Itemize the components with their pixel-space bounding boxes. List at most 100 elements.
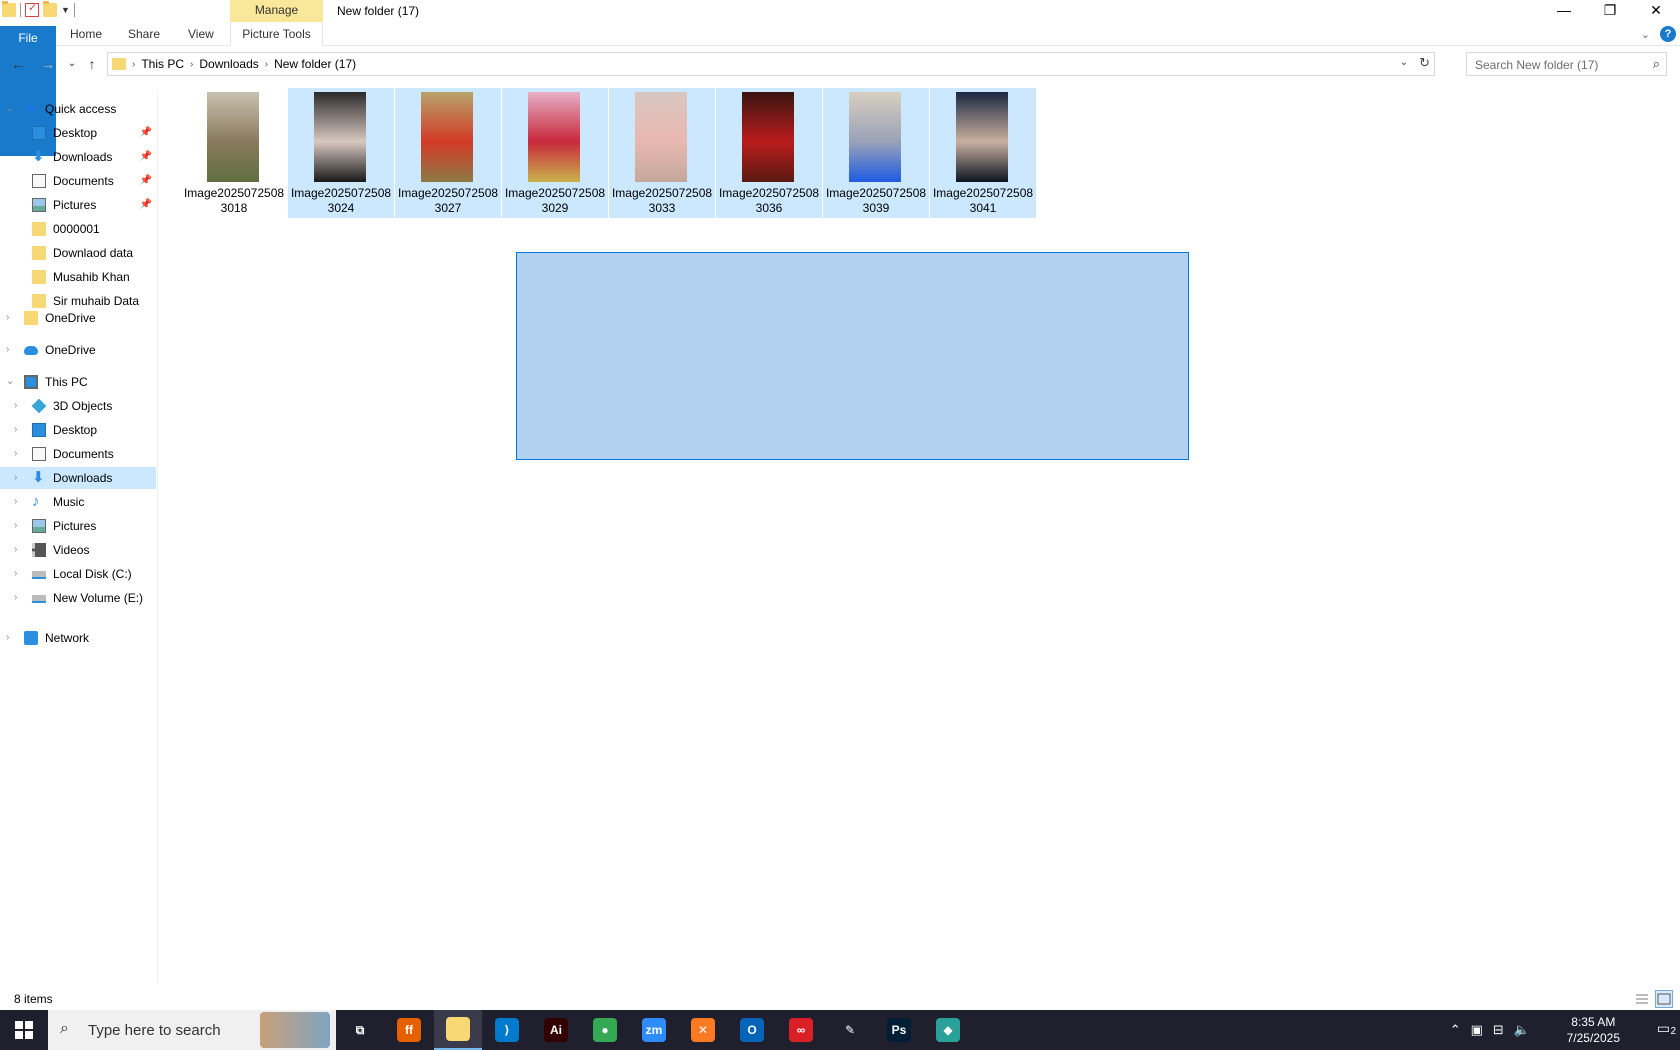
pin-icon[interactable]: 📌 <box>140 146 152 168</box>
file-item[interactable]: Image20250725083029 <box>502 88 608 218</box>
sidebar-item-downlaod-data[interactable]: Downlaod data <box>0 242 156 264</box>
sidebar-item-musahib-khan[interactable]: Musahib Khan <box>0 266 156 288</box>
sidebar-item-pc-new-volume-e-[interactable]: › New Volume (E:) <box>0 587 156 609</box>
sidebar-item-pc-documents[interactable]: › Documents <box>0 443 156 465</box>
chevron-right-icon[interactable]: › <box>6 627 9 649</box>
file-item[interactable]: Image20250725083024 <box>288 88 394 218</box>
taskbar-app-task-view[interactable]: ⧉ <box>336 1010 384 1050</box>
start-button[interactable] <box>0 1010 48 1050</box>
manage-tab-header[interactable]: Manage <box>230 0 323 22</box>
file-item[interactable]: Image20250725083027 <box>395 88 501 218</box>
pin-icon[interactable]: 📌 <box>140 122 152 144</box>
sidebar-item-network[interactable]: › Network <box>0 627 156 649</box>
taskbar-app-vscode[interactable]: ⟩ <box>483 1010 531 1050</box>
tab-home[interactable]: Home <box>58 22 114 46</box>
sidebar-item-quick-access[interactable]: ⌄ ★ Quick access <box>0 98 156 120</box>
tab-share[interactable]: Share <box>116 22 172 46</box>
taskbar-app-creative-cloud[interactable]: ∞ <box>777 1010 825 1050</box>
taskbar-app-file-explorer[interactable] <box>434 1010 482 1050</box>
recent-locations-button[interactable]: ⌄ <box>62 54 82 74</box>
security-icon[interactable]: ▣ <box>1471 1022 1483 1038</box>
notification-center-button[interactable]: ▭ 2 <box>1657 1020 1676 1037</box>
sidebar-item-downloads[interactable]: ⬇ Downloads 📌 <box>0 146 156 168</box>
search-input[interactable]: Search New folder (17) <box>1475 58 1598 72</box>
pin-icon[interactable]: 📌 <box>140 194 152 216</box>
sidebar-item-documents[interactable]: Documents 📌 <box>0 170 156 192</box>
taskbar-app-firefox[interactable]: ff <box>385 1010 433 1050</box>
file-item[interactable]: Image20250725083018 <box>181 88 287 218</box>
clock[interactable]: 8:35 AM 7/25/2025 <box>1567 1014 1620 1046</box>
refresh-button[interactable]: ↻ <box>1419 55 1430 71</box>
volume-icon[interactable]: 🔈 <box>1514 1022 1530 1038</box>
sidebar-item-pc-pictures[interactable]: › Pictures <box>0 515 156 537</box>
sidebar-item-onedrive[interactable]: › OneDrive <box>0 339 156 361</box>
taskbar-app-pen-tool[interactable]: ✎ <box>826 1010 874 1050</box>
chevron-right-icon[interactable]: › <box>14 563 17 585</box>
tab-picture-tools[interactable]: Picture Tools <box>230 22 323 46</box>
large-icons-view-button[interactable] <box>1655 990 1673 1008</box>
help-icon[interactable]: ? <box>1660 26 1676 42</box>
restore-button[interactable]: ❐ <box>1587 0 1633 22</box>
sidebar-item-0000001[interactable]: 0000001 <box>0 218 156 240</box>
taskbar-app-chrome[interactable]: ● <box>581 1010 629 1050</box>
sidebar-item-pc-local-disk-c-[interactable]: › Local Disk (C:) <box>0 563 156 585</box>
file-item[interactable]: Image20250725083036 <box>716 88 822 218</box>
chevron-right-icon[interactable]: › <box>14 587 17 609</box>
chevron-right-icon[interactable]: › <box>14 419 17 441</box>
chevron-right-icon[interactable]: › <box>14 491 17 513</box>
chevron-right-icon[interactable]: › <box>14 443 17 465</box>
taskbar-app-app[interactable]: ◆ <box>924 1010 972 1050</box>
taskbar-app-illustrator[interactable]: Ai <box>532 1010 580 1050</box>
chevron-up-icon[interactable]: ⌃ <box>1450 1022 1461 1038</box>
sidebar-item-pc-music[interactable]: › ♪ Music <box>0 491 156 513</box>
chevron-right-icon[interactable]: › <box>14 395 17 417</box>
back-button[interactable]: ← <box>8 54 28 74</box>
breadcrumb-downloads[interactable]: Downloads <box>199 57 258 71</box>
chevron-down-icon[interactable]: ⌄ <box>6 371 14 393</box>
chevron-right-icon[interactable]: › <box>14 467 17 489</box>
chevron-right-icon[interactable]: › <box>14 515 17 537</box>
sidebar-item-pictures[interactable]: Pictures 📌 <box>0 194 156 216</box>
chevron-down-icon[interactable]: ⌄ <box>6 98 14 120</box>
new-folder-icon[interactable] <box>43 1 57 17</box>
taskbar-app-zoom[interactable]: zm <box>630 1010 678 1050</box>
breadcrumb-this-pc[interactable]: This PC <box>141 57 184 71</box>
breadcrumb-current-folder[interactable]: New folder (17) <box>274 57 356 71</box>
details-view-button[interactable] <box>1633 990 1651 1008</box>
chevron-right-icon[interactable]: › <box>190 59 193 70</box>
chevron-right-icon[interactable]: › <box>132 59 135 70</box>
sidebar-item-pc-3d-objects[interactable]: › 3D Objects <box>0 395 156 417</box>
sidebar-item-onedrive-personal[interactable]: › OneDrive <box>0 307 156 329</box>
file-item[interactable]: Image20250725083041 <box>930 88 1036 218</box>
sidebar-item-this-pc[interactable]: ⌄ This PC <box>0 371 156 393</box>
file-list[interactable]: Image20250725083018 Image20250725083024 Im… <box>160 84 1680 984</box>
customize-toolbar-icon[interactable]: ▼ <box>61 5 70 15</box>
chevron-right-icon[interactable]: › <box>265 59 268 70</box>
search-box[interactable]: Search New folder (17) ⌕ <box>1466 52 1667 76</box>
sidebar-item-pc-downloads[interactable]: › ⬇ Downloads <box>0 467 156 489</box>
tab-view[interactable]: View <box>176 22 226 46</box>
sidebar-item-desktop[interactable]: Desktop 📌 <box>0 122 156 144</box>
expand-ribbon-icon[interactable]: ⌄ <box>1641 28 1650 41</box>
taskbar-app-outlook[interactable]: O <box>728 1010 776 1050</box>
up-button[interactable]: ↑ <box>82 54 102 74</box>
chevron-right-icon[interactable]: › <box>14 539 17 561</box>
chevron-right-icon[interactable]: › <box>6 339 9 361</box>
taskbar-search-input[interactable]: Type here to search <box>88 1022 221 1039</box>
network-tray-icon[interactable]: ⊟ <box>1493 1022 1504 1038</box>
close-button[interactable]: ✕ <box>1633 0 1679 22</box>
taskbar-search[interactable]: ⌕ Type here to search <box>48 1010 336 1050</box>
sidebar-item-pc-desktop[interactable]: › Desktop <box>0 419 156 441</box>
address-bar[interactable]: › This PC › Downloads › New folder (17) … <box>107 52 1435 76</box>
taskbar-app-xampp[interactable]: ✕ <box>679 1010 727 1050</box>
pin-icon[interactable]: 📌 <box>140 170 152 192</box>
sidebar-item-pc-videos[interactable]: › Videos <box>0 539 156 561</box>
file-item[interactable]: Image20250725083039 <box>823 88 929 218</box>
file-item[interactable]: Image20250725083033 <box>609 88 715 218</box>
taskbar-app-photoshop[interactable]: Ps <box>875 1010 923 1050</box>
forward-button[interactable]: → <box>38 54 58 74</box>
properties-icon[interactable] <box>25 1 39 17</box>
minimize-button[interactable]: — <box>1541 0 1587 22</box>
chevron-right-icon[interactable]: › <box>6 307 9 329</box>
chevron-down-icon[interactable]: ⌄ <box>1400 57 1408 68</box>
